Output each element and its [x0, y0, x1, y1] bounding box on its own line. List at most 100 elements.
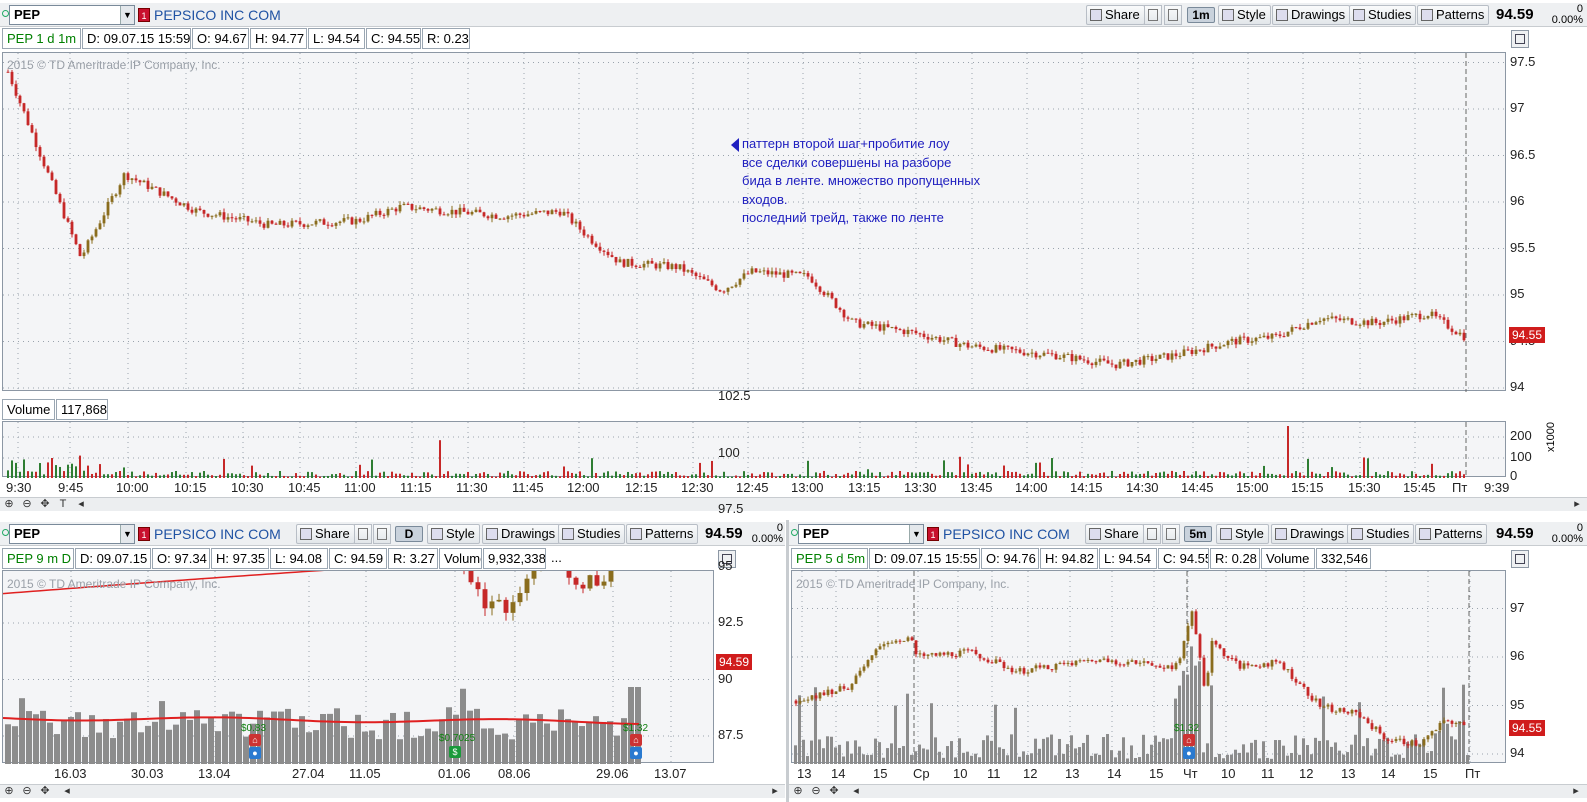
candle-body [531, 571, 537, 579]
candle-body [1126, 359, 1130, 367]
top-volume-chart[interactable] [2, 421, 1507, 478]
pan-icon[interactable]: ✥ [38, 785, 52, 799]
volume-bar [343, 474, 345, 478]
symbol-dropdown-icon[interactable]: ▼ [909, 525, 923, 543]
candle-body [1162, 353, 1166, 355]
style-label: Style [1237, 7, 1266, 22]
share-button[interactable]: Share [296, 524, 355, 544]
volume-bar [395, 473, 397, 478]
studies-button[interactable]: Studies [1347, 524, 1415, 544]
volume-bar [455, 473, 457, 478]
symbol-dropdown-icon[interactable]: ▼ [120, 525, 134, 543]
patterns-button[interactable]: Patterns [1417, 5, 1490, 25]
candle-body [402, 203, 406, 205]
symbol-input[interactable]: PEP [798, 524, 924, 544]
scissors-button[interactable] [1143, 524, 1161, 544]
drawings-button[interactable]: Drawings [1271, 524, 1350, 544]
wrench-button[interactable] [373, 524, 391, 544]
zoom-out-icon[interactable]: ⊖ [20, 785, 34, 799]
scroll-left-icon[interactable]: ◂ [74, 498, 88, 512]
volume-bar [1150, 744, 1153, 764]
chart-desc[interactable]: PEP 5 d 5m [791, 548, 868, 569]
scissors-button[interactable] [354, 524, 372, 544]
volume-bar [1127, 473, 1129, 478]
left-price-chart[interactable]: 2015 © TD Ameritrade IP Company, Inc. $0… [2, 570, 715, 764]
volume-bar [306, 732, 312, 764]
candle-body [1238, 661, 1242, 669]
candle-body [1438, 316, 1442, 318]
candle-body [218, 212, 222, 216]
aggregation-button[interactable]: D [395, 526, 423, 542]
scissors-button[interactable] [1144, 5, 1162, 25]
candle-body [1290, 669, 1294, 679]
dividend-icon[interactable]: ⌂ [630, 734, 642, 746]
aggregation-button[interactable]: 5m [1184, 526, 1212, 542]
candle-body [762, 270, 766, 272]
scroll-right-icon[interactable]: ▸ [1570, 498, 1584, 512]
left-scrollbar[interactable]: ⊕ ⊖ ✥ ◂ ▸ [0, 784, 785, 798]
right-scrollbar[interactable]: ⊕ ⊖ ✥ ◂ ▸ [789, 784, 1587, 798]
link-dot-icon[interactable] [2, 10, 9, 17]
annotation-line-5: последний трейд, также по ленте [742, 210, 944, 225]
text-icon[interactable]: T [56, 498, 70, 512]
zoom-out-icon[interactable]: ⊖ [20, 498, 34, 512]
candle-body [1166, 665, 1170, 669]
wrench-button[interactable] [1164, 5, 1182, 25]
drawings-button[interactable]: Drawings [1272, 5, 1351, 25]
patterns-button[interactable]: Patterns [1415, 524, 1488, 544]
scroll-left-icon[interactable]: ◂ [849, 785, 863, 799]
style-button[interactable]: Style [427, 524, 480, 544]
candle-body [794, 700, 798, 704]
alert-flag[interactable]: 1 [138, 8, 150, 22]
share-button[interactable]: Share [1085, 524, 1144, 544]
dividend-icon[interactable]: ⌂ [249, 734, 261, 746]
link-dot-icon[interactable] [791, 529, 798, 536]
dividend-icon[interactable]: ⌂ [1183, 734, 1195, 746]
zoom-in-icon[interactable]: ⊕ [2, 785, 16, 799]
symbol-input[interactable]: PEP [9, 5, 135, 25]
alert-flag[interactable]: 1 [927, 527, 939, 541]
pan-icon[interactable]: ✥ [38, 498, 52, 512]
pan-icon[interactable]: ✥ [827, 785, 841, 799]
right-chart-svg [792, 571, 1507, 764]
top-price-chart[interactable]: 2015 © TD Ameritrade IP Company, Inc. па… [2, 52, 1507, 392]
style-button[interactable]: Style [1216, 524, 1269, 544]
right-price-chart[interactable]: 2015 © TD Ameritrade IP Company, Inc. $1… [791, 570, 1507, 764]
alert-flag[interactable]: 1 [138, 527, 150, 541]
scroll-right-icon[interactable]: ▸ [768, 785, 782, 799]
patterns-button[interactable]: Patterns [626, 524, 699, 544]
aggregation-button[interactable]: 1m [1187, 7, 1215, 23]
candle-body [426, 209, 430, 211]
volume-bar [971, 473, 973, 478]
zoom-in-icon[interactable]: ⊕ [2, 498, 16, 512]
symbol-input[interactable]: PEP [9, 524, 135, 544]
zoom-in-icon[interactable]: ⊕ [791, 785, 805, 799]
volume-bar [163, 474, 165, 478]
candle-body [1394, 320, 1398, 324]
symbol-dropdown-icon[interactable]: ▼ [120, 6, 134, 24]
chart-desc[interactable]: PEP 9 m D [2, 548, 74, 569]
volume-bar [970, 755, 973, 764]
share-button[interactable]: Share [1086, 5, 1145, 25]
earnings-icon[interactable]: ● [1183, 747, 1195, 759]
volume-bar [1183, 470, 1185, 478]
dollar-icon[interactable]: $ [449, 746, 461, 758]
volume-bar [571, 472, 573, 478]
scroll-left-icon[interactable]: ◂ [60, 785, 74, 799]
earnings-icon[interactable]: ● [249, 747, 261, 759]
scroll-right-icon[interactable]: ▸ [1569, 785, 1583, 799]
style-button[interactable]: Style [1218, 5, 1271, 25]
link-dot-icon[interactable] [2, 529, 9, 536]
studies-button[interactable]: Studies [1349, 5, 1417, 25]
top-scrollbar[interactable]: ⊕ ⊖ ✥ T ◂ ▸ [0, 497, 1587, 511]
wrench-button[interactable] [1162, 524, 1180, 544]
earnings-icon[interactable]: ● [630, 747, 642, 759]
volume-bar [991, 474, 993, 478]
chart-desc[interactable]: PEP 1 d 1m [2, 28, 81, 49]
more-button[interactable]: ... [547, 548, 567, 569]
zoom-out-icon[interactable]: ⊖ [809, 785, 823, 799]
chart-settings-button[interactable] [1511, 30, 1529, 48]
studies-button[interactable]: Studies [558, 524, 626, 544]
drawings-button[interactable]: Drawings [482, 524, 561, 544]
chart-settings-button[interactable] [1511, 550, 1529, 568]
